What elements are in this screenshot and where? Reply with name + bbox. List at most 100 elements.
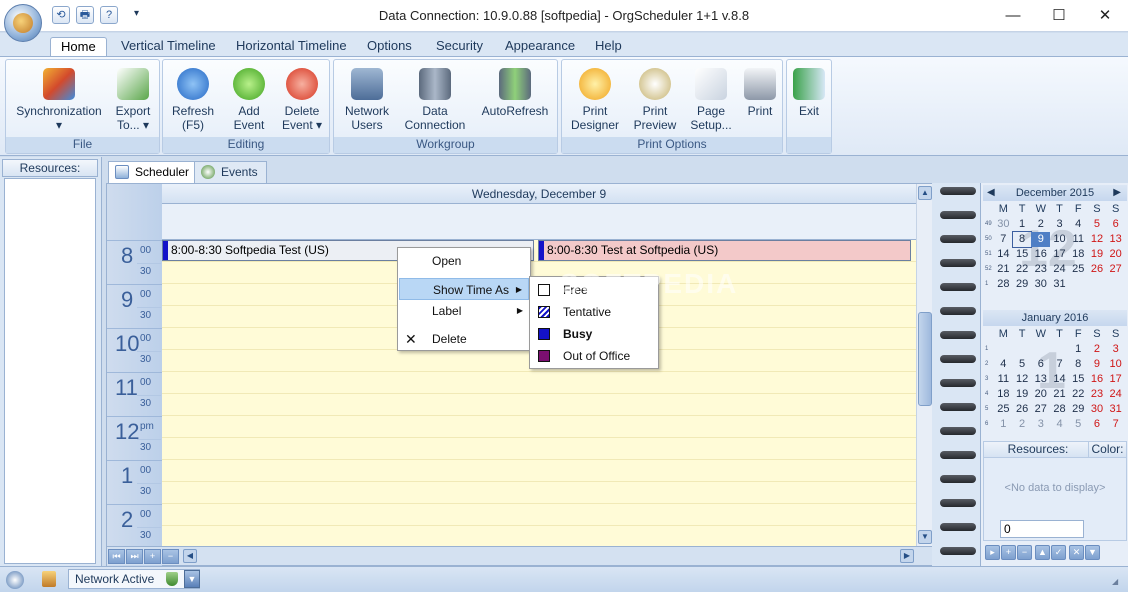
tab-vertical-timeline[interactable]: Vertical Timeline — [111, 37, 226, 57]
add-event-button[interactable]: Add Event — [223, 66, 275, 140]
help-icon[interactable]: ? — [100, 6, 118, 24]
column-color[interactable]: Color: — [1088, 442, 1126, 457]
menu-item-delete[interactable]: ✕ Delete — [399, 328, 529, 350]
confirm-icon[interactable]: ✓ — [1051, 545, 1066, 560]
resources-grid-header: Resources: Color: — [984, 442, 1126, 458]
print-icon[interactable]: 🖶 — [76, 6, 94, 24]
tentative-swatch-icon — [538, 306, 550, 318]
tab-events[interactable]: Events — [194, 161, 267, 183]
export-button[interactable]: Export To... ▾ — [108, 66, 158, 140]
hour-number: 9 — [121, 287, 134, 312]
prev-month-icon[interactable]: ◀ — [987, 185, 995, 201]
tab-scheduler[interactable]: Scheduler — [108, 161, 199, 183]
calendar-week[interactable]: 3 11 12 13 14 15 16 17 — [985, 372, 1125, 387]
data-connection-button[interactable]: Data Connection — [400, 66, 470, 140]
page-setup-button[interactable]: Page Setup... — [684, 66, 738, 140]
menu-item-label: Tentative — [563, 305, 612, 319]
tab-help[interactable]: Help — [585, 37, 632, 57]
add-icon[interactable]: + — [144, 549, 161, 564]
delete-event-icon — [286, 68, 318, 100]
tab-home[interactable]: Home — [50, 37, 107, 57]
print-designer-icon — [579, 68, 611, 100]
scroll-right-icon[interactable]: ▶ — [900, 549, 914, 563]
out-of-office-swatch-icon — [538, 350, 550, 362]
exit-button[interactable]: Exit — [789, 66, 829, 140]
print-button[interactable]: Print — [738, 66, 782, 140]
autorefresh-button[interactable]: AutoRefresh — [474, 66, 556, 140]
network-status-text: Network Active — [75, 572, 155, 586]
tab-appearance[interactable]: Appearance — [495, 37, 585, 57]
hour-number: 12 — [115, 419, 140, 444]
lock-icon[interactable] — [42, 571, 56, 587]
tab-security[interactable]: Security — [426, 37, 493, 57]
remove-icon[interactable]: − — [162, 549, 179, 564]
calendar-week[interactable]: 49 30 1 2 3 4 5 6 — [985, 217, 1125, 232]
prev-record-icon[interactable]: ▸ — [985, 545, 1000, 560]
print-designer-button[interactable]: Print Designer — [564, 66, 626, 140]
resize-grip-icon[interactable]: ◢ — [1112, 577, 1118, 586]
app-menu-orb-icon[interactable] — [4, 4, 42, 42]
calendar-week[interactable]: 1123 — [985, 342, 1125, 357]
filter-icon[interactable]: ▼ — [1085, 545, 1100, 560]
scroll-thumb[interactable] — [918, 312, 932, 406]
add-record-icon[interactable]: + — [1001, 545, 1016, 560]
all-day-area[interactable] — [162, 204, 916, 240]
menu-item-label: Label — [432, 304, 462, 318]
scroll-down-icon[interactable]: ▼ — [918, 530, 932, 544]
remove-record-icon[interactable]: − — [1017, 545, 1032, 560]
calendar-week[interactable]: 61234567 — [985, 417, 1125, 432]
print-preview-button[interactable]: Print Preview — [626, 66, 684, 140]
resource-count-field[interactable]: 0 — [1000, 520, 1084, 538]
cancel-icon[interactable]: ✕ — [1069, 545, 1084, 560]
delete-event-label: Delete Event ▾ — [281, 104, 323, 132]
autorefresh-label: AutoRefresh — [481, 104, 549, 118]
empty-grid-message: <No data to display> — [1004, 482, 1106, 494]
move-up-icon[interactable]: ▲ — [1035, 545, 1050, 560]
group-print-options: Print Designer Print Preview Page Setup.… — [561, 59, 783, 154]
group-label-exit — [787, 137, 831, 153]
sync-status-icon[interactable] — [6, 571, 24, 589]
menu-item-open[interactable]: Open — [399, 250, 529, 272]
menu-item-tentative[interactable]: Tentative — [531, 301, 657, 323]
vertical-scrollbar[interactable]: ▲ ▼ — [916, 184, 932, 546]
calendar-week[interactable]: 52 21 22 23 24 25 26 27 — [985, 262, 1125, 277]
next-page-icon[interactable]: ⏭ — [126, 549, 143, 564]
hour-10: 10 00 30 — [107, 328, 162, 372]
network-users-button[interactable]: Network Users — [336, 66, 398, 140]
menu-item-out-of-office[interactable]: Out of Office — [531, 345, 657, 367]
close-button[interactable]: ✕ — [1082, 0, 1128, 31]
undo-icon[interactable]: ⟲ — [52, 6, 70, 24]
menu-item-show-time-as[interactable]: Show Time As ▶ — [399, 278, 529, 300]
calendar-week[interactable]: 4 18 19 20 21 22 23 24 — [985, 387, 1125, 402]
synchronization-button[interactable]: Synchronization ▾ — [10, 66, 108, 140]
menu-item-label-submenu[interactable]: Label ▶ — [399, 300, 529, 322]
day-header[interactable]: Wednesday, December 9 — [162, 184, 916, 204]
calendar-week[interactable]: 5 25 26 27 28 29 30 31 — [985, 402, 1125, 417]
resources-header: Resources: — [2, 159, 98, 177]
tab-horizontal-timeline[interactable]: Horizontal Timeline — [226, 37, 357, 57]
minimize-button[interactable]: — — [990, 0, 1036, 31]
status-dropdown-icon[interactable]: ▼ — [184, 570, 200, 588]
delete-event-button[interactable]: Delete Event ▾ — [275, 66, 329, 140]
calendar-december: MTWTFSS 49 30 1 2 3 4 5 6 50 7 8 9 10 11 12 13 51 14 15 1… — [985, 202, 1125, 292]
hour-2: 2 00 30 — [107, 504, 162, 548]
refresh-button[interactable]: Refresh (F5) — [165, 66, 221, 140]
next-month-icon[interactable]: ▶ — [1113, 185, 1121, 201]
menu-item-busy[interactable]: Busy — [531, 323, 657, 345]
group-label-file: File — [6, 137, 159, 153]
resources-list[interactable] — [4, 178, 96, 564]
calendar-week[interactable]: 1 28 29 30 31 — [985, 277, 1125, 292]
time-ruler: 8 00 30 9 00 30 10 00 30 11 00 30 12 pm 30 1 00 30 2… — [107, 184, 162, 567]
calendar-week[interactable]: 51 14 15 16 17 18 19 20 — [985, 247, 1125, 262]
scroll-left-icon[interactable]: ◀ — [183, 549, 197, 563]
tab-options[interactable]: Options — [357, 37, 422, 57]
calendar-week[interactable]: 50 7 8 9 10 11 12 13 — [985, 231, 1125, 248]
column-resources[interactable]: Resources: — [988, 442, 1088, 457]
first-page-icon[interactable]: ⏮ — [108, 549, 125, 564]
maximize-button[interactable]: ☐ — [1036, 0, 1082, 31]
calendar-week[interactable]: 2 4 5 6 7 8 9 10 — [985, 357, 1125, 372]
qat-dropdown-icon[interactable]: ▾ — [134, 8, 139, 19]
calendar-icon — [115, 165, 129, 179]
scroll-up-icon[interactable]: ▲ — [918, 186, 932, 200]
appointment[interactable]: 8:00-8:30 Test at Softpedia (US) — [538, 240, 911, 261]
